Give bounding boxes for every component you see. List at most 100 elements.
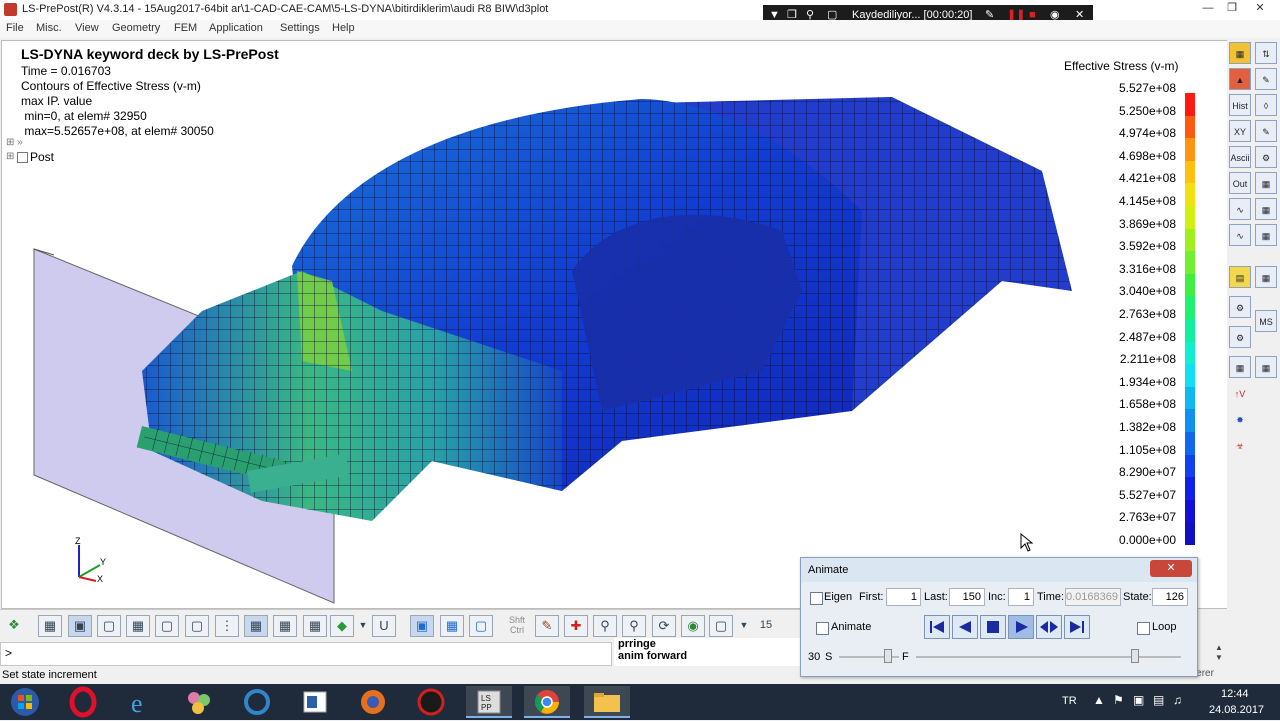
tool-icon[interactable]: ▦ — [1255, 224, 1277, 246]
play-forward-button[interactable] — [1008, 615, 1034, 639]
first-frame-button[interactable] — [924, 615, 950, 639]
curve-icon[interactable]: ∿ — [1229, 224, 1251, 246]
menu-settings[interactable]: Settings — [280, 22, 320, 34]
menu-view[interactable]: View — [75, 22, 99, 34]
feature-icon[interactable]: ▢ — [155, 615, 179, 637]
step-back-button[interactable] — [952, 615, 978, 639]
explorer-taskbar-button[interactable] — [584, 686, 630, 718]
language-indicator[interactable]: TR — [1062, 695, 1077, 707]
ie-taskbar-button[interactable]: e — [118, 686, 164, 718]
tool-icon[interactable]: ✎ — [1255, 68, 1277, 90]
lspp-taskbar-button[interactable]: LS PP — [466, 686, 512, 718]
solid-view-icon[interactable]: ▣ — [410, 615, 434, 637]
mesh-lines-icon[interactable]: ▦ — [244, 615, 268, 637]
select-icon[interactable]: ❖ — [2, 615, 26, 637]
eigen-checkbox[interactable] — [810, 592, 823, 605]
shapes-icon[interactable]: ▲ — [1229, 68, 1251, 90]
network-icon[interactable]: ▤ — [1153, 693, 1164, 707]
tool-icon[interactable]: ▦ — [1255, 198, 1277, 220]
tool-icon[interactable]: ◊ — [1255, 94, 1277, 116]
command-input[interactable]: > — [0, 642, 612, 666]
app-taskbar-button[interactable] — [176, 686, 222, 718]
clock-date[interactable]: 24.08.2017 — [1209, 704, 1264, 716]
brush-icon[interactable]: ✎ — [535, 615, 559, 637]
shaded-icon[interactable]: ▣ — [68, 615, 92, 637]
menu-help[interactable]: Help — [332, 22, 355, 34]
tool-icon[interactable]: ⚙ — [1229, 326, 1251, 348]
tool-icon[interactable]: ✎ — [1255, 120, 1277, 142]
menu-misc[interactable]: Misc. — [36, 22, 62, 34]
vector-icon[interactable]: ↑V — [1229, 382, 1251, 404]
volume-icon[interactable]: ♫ — [1173, 693, 1182, 707]
hist-icon[interactable]: Hist — [1229, 94, 1251, 116]
edge-icon[interactable]: ▢ — [185, 615, 209, 637]
animate-checkbox[interactable] — [816, 622, 829, 635]
close-icon[interactable]: ✕ — [1150, 560, 1192, 577]
flag-icon[interactable]: ⚑ — [1113, 693, 1124, 707]
scroll-spinner[interactable]: ▲ ▼ — [1212, 643, 1226, 665]
tool-icon[interactable]: ⇅ — [1255, 42, 1277, 64]
globe-icon[interactable]: ◉ — [681, 615, 705, 637]
tray-expand-icon[interactable]: ▲ — [1093, 693, 1105, 707]
speed-slider-thumb[interactable] — [884, 649, 892, 663]
wireframe-icon[interactable]: ▦ — [126, 615, 150, 637]
zoom-window-icon[interactable]: ⚲ — [622, 615, 646, 637]
cube-outline-icon[interactable]: ▢ — [469, 615, 493, 637]
chrome-taskbar-button[interactable] — [524, 686, 570, 718]
clock-time[interactable]: 12:44 — [1221, 688, 1249, 700]
tool-icon[interactable]: ☣ — [1229, 434, 1251, 456]
cube-blue-icon[interactable]: ▦ — [440, 615, 464, 637]
tray-app-icon[interactable]: ▣ — [1133, 693, 1144, 707]
tool-icon[interactable]: ⚙ — [1255, 146, 1277, 168]
opera-taskbar-button[interactable] — [60, 686, 106, 718]
frame-slider-thumb[interactable] — [1131, 649, 1139, 663]
last-field[interactable]: 150 — [949, 588, 985, 606]
rotate-icon[interactable]: ⟳ — [652, 615, 676, 637]
inc-field[interactable]: 1 — [1008, 588, 1034, 606]
mesh-lines-icon[interactable]: ▦ — [303, 615, 327, 637]
mesh-icon[interactable]: ▦ — [1229, 356, 1251, 378]
ascii-icon[interactable]: Ascii — [1229, 146, 1251, 168]
frame-slider-track[interactable] — [916, 656, 1181, 658]
chevron-down-icon[interactable]: ▼ — [356, 615, 370, 637]
u-icon[interactable]: U — [372, 615, 396, 637]
fringe-icon[interactable]: ▤ — [1229, 266, 1251, 288]
firefox-taskbar-button[interactable] — [350, 686, 396, 718]
play-bounce-button[interactable] — [1036, 615, 1062, 639]
start-button[interactable] — [2, 686, 48, 718]
points-icon[interactable]: ⋮ — [215, 615, 239, 637]
app-taskbar-button[interactable] — [234, 686, 280, 718]
menu-geometry[interactable]: Geometry — [112, 22, 160, 34]
state-field[interactable]: 126 — [1152, 588, 1188, 606]
chevron-down-icon[interactable]: ▼ — [737, 615, 751, 637]
first-field[interactable]: 1 — [886, 588, 921, 606]
hidden-icon[interactable]: ▢ — [97, 615, 121, 637]
tool-icon[interactable]: ⚙ — [1229, 296, 1251, 318]
last-frame-button[interactable] — [1064, 615, 1090, 639]
tool-icon[interactable]: ▦ — [1255, 172, 1277, 194]
xy-plot-icon[interactable]: XY — [1229, 120, 1251, 142]
curve-icon[interactable]: ∿ — [1229, 198, 1251, 220]
box-icon[interactable]: ▢ — [709, 615, 733, 637]
app-taskbar-button[interactable] — [292, 686, 338, 718]
mesh-lines-icon[interactable]: ▦ — [273, 615, 297, 637]
loop-checkbox[interactable] — [1137, 622, 1150, 635]
app-taskbar-button[interactable] — [408, 686, 454, 718]
stop-button[interactable] — [980, 615, 1006, 639]
graphics-viewport[interactable]: LS-DYNA keyword deck by LS-PrePost Time … — [1, 40, 1228, 609]
binout-icon[interactable]: Out — [1229, 172, 1251, 194]
menu-file[interactable]: File — [6, 22, 24, 34]
minimize-button[interactable]: — — [1196, 0, 1220, 16]
mesh-view-icon[interactable]: ▦ — [38, 615, 62, 637]
tool-icon[interactable]: ✸ — [1229, 408, 1251, 430]
menu-application[interactable]: Application — [209, 22, 263, 34]
diamond-icon[interactable]: ◆ — [330, 615, 354, 637]
close-button[interactable]: ✕ — [1248, 0, 1272, 16]
ms-icon[interactable]: MS — [1255, 310, 1277, 332]
cube-icon[interactable]: ▦ — [1229, 42, 1251, 64]
maximize-button[interactable]: ❐ — [1220, 0, 1244, 16]
plus-box-icon[interactable]: ✚ — [564, 615, 588, 637]
menu-fem[interactable]: FEM — [174, 22, 197, 34]
tool-icon[interactable]: ▦ — [1255, 356, 1277, 378]
tool-icon[interactable]: ▦ — [1255, 266, 1277, 288]
